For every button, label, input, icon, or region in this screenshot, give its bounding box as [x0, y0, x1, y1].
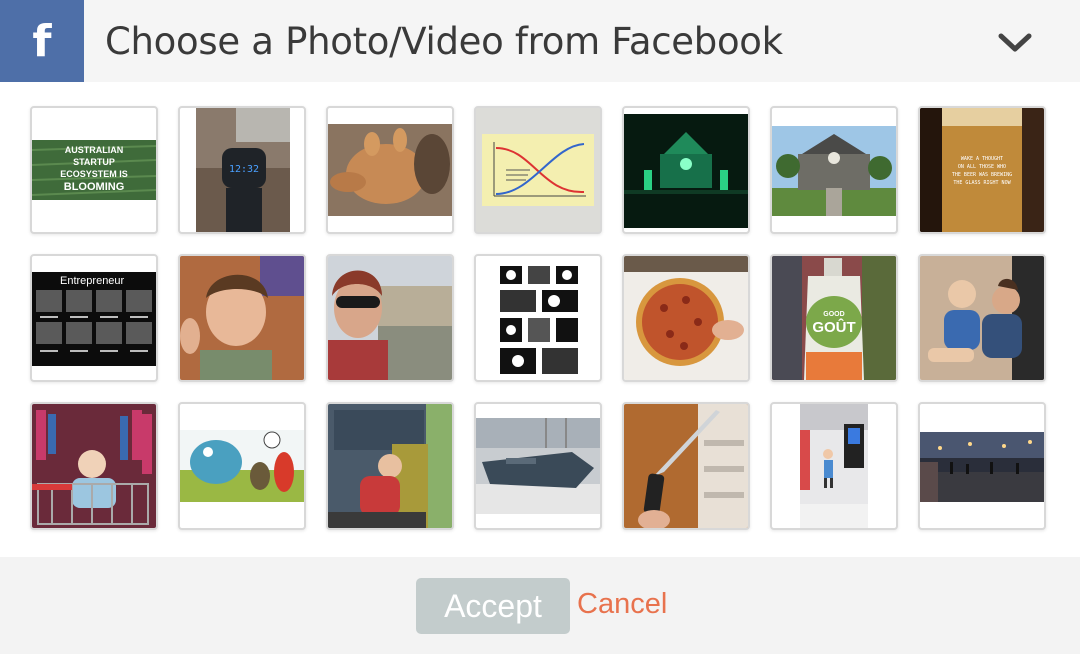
- chevron-down-icon[interactable]: [998, 32, 1032, 54]
- photo-pizza: [624, 256, 748, 380]
- photo-baby-trolley: [32, 404, 156, 528]
- photo-green-house-night: [624, 114, 748, 228]
- photo-tile[interactable]: [326, 254, 454, 382]
- photo-monster-house: [772, 126, 896, 216]
- photo-tile[interactable]: [622, 402, 750, 530]
- photo-tile[interactable]: [918, 254, 1046, 382]
- photo-tile[interactable]: GOOD GOÛT: [770, 254, 898, 382]
- photo-toddler-playground: [328, 404, 452, 528]
- facebook-logo-icon: f: [0, 0, 84, 82]
- photo-good-gout-pouch: GOOD GOÛT: [772, 256, 896, 380]
- photo-knife: [624, 404, 748, 528]
- photo-tile[interactable]: [770, 402, 898, 530]
- photo-woman-sunglasses: [328, 256, 452, 380]
- beer-line-4: THE GLASS RIGHT NOW: [953, 180, 1011, 186]
- photo-tile[interactable]: [30, 402, 158, 530]
- photo-beer-glass: WAKE A THOUGHT ON ALL THOSE WHO THE BEER…: [920, 108, 1044, 232]
- dialog-header: f Choose a Photo/Video from Facebook: [0, 0, 1080, 82]
- photo-tile[interactable]: [622, 106, 750, 234]
- photo-tile[interactable]: [326, 402, 454, 530]
- photo-child-store: [800, 404, 868, 528]
- photo-comic-strip: [494, 256, 582, 380]
- photo-cartoon-frog: [180, 430, 304, 502]
- startup-line-2: STARTUP: [73, 157, 115, 167]
- beer-line-1: WAKE A THOUGHT: [961, 156, 1003, 162]
- cancel-button[interactable]: Cancel: [577, 588, 667, 621]
- photo-tile[interactable]: 12:32: [178, 106, 306, 234]
- entrepreneur-title: Entrepreneur: [60, 275, 125, 287]
- photo-children-hug: [920, 256, 1044, 380]
- dialog-footer: Accept Cancel: [0, 557, 1080, 654]
- beer-line-2: ON ALL THOSE WHO: [958, 164, 1006, 170]
- photo-grid: AUSTRALIAN STARTUP ECOSYSTEM IS BLOOMING…: [30, 106, 1050, 530]
- pouch-brand-2: GOÛT: [812, 318, 855, 336]
- watch-time: 12:32: [229, 164, 259, 175]
- photo-jet-ski: [476, 418, 600, 514]
- photo-chart-sketch: [482, 134, 594, 206]
- accept-button[interactable]: Accept: [416, 578, 570, 634]
- photo-alien-creature: [328, 124, 452, 216]
- photo-tile[interactable]: [474, 402, 602, 530]
- photo-night-plaza: [920, 432, 1044, 502]
- photo-tile[interactable]: [178, 254, 306, 382]
- photo-tile[interactable]: [622, 254, 750, 382]
- photo-tile[interactable]: [474, 254, 602, 382]
- facebook-logo-letter: f: [32, 15, 52, 67]
- photo-tile[interactable]: [918, 402, 1046, 530]
- beer-line-3: THE BEER WAS BREWING: [952, 172, 1012, 178]
- photo-wristwatch: 12:32: [196, 108, 290, 232]
- photo-tile[interactable]: WAKE A THOUGHT ON ALL THOSE WHO THE BEER…: [918, 106, 1046, 234]
- photo-tile[interactable]: Entrepreneur: [30, 254, 158, 382]
- photo-tile[interactable]: [770, 106, 898, 234]
- startup-line-1: AUSTRALIAN: [65, 145, 124, 155]
- photo-tile[interactable]: AUSTRALIAN STARTUP ECOSYSTEM IS BLOOMING: [30, 106, 158, 234]
- photo-boy-selfie: [180, 256, 304, 380]
- photo-tile[interactable]: [474, 106, 602, 234]
- photo-tile[interactable]: [178, 402, 306, 530]
- startup-line-4: BLOOMING: [64, 181, 125, 193]
- dialog-title: Choose a Photo/Video from Facebook: [105, 19, 783, 63]
- startup-line-3: ECOSYSTEM IS: [60, 169, 128, 179]
- pouch-brand-1: GOOD: [823, 311, 844, 318]
- photo-entrepreneur: Entrepreneur: [32, 272, 156, 366]
- photo-tile[interactable]: [326, 106, 454, 234]
- photo-australian-startup: AUSTRALIAN STARTUP ECOSYSTEM IS BLOOMING: [32, 140, 156, 200]
